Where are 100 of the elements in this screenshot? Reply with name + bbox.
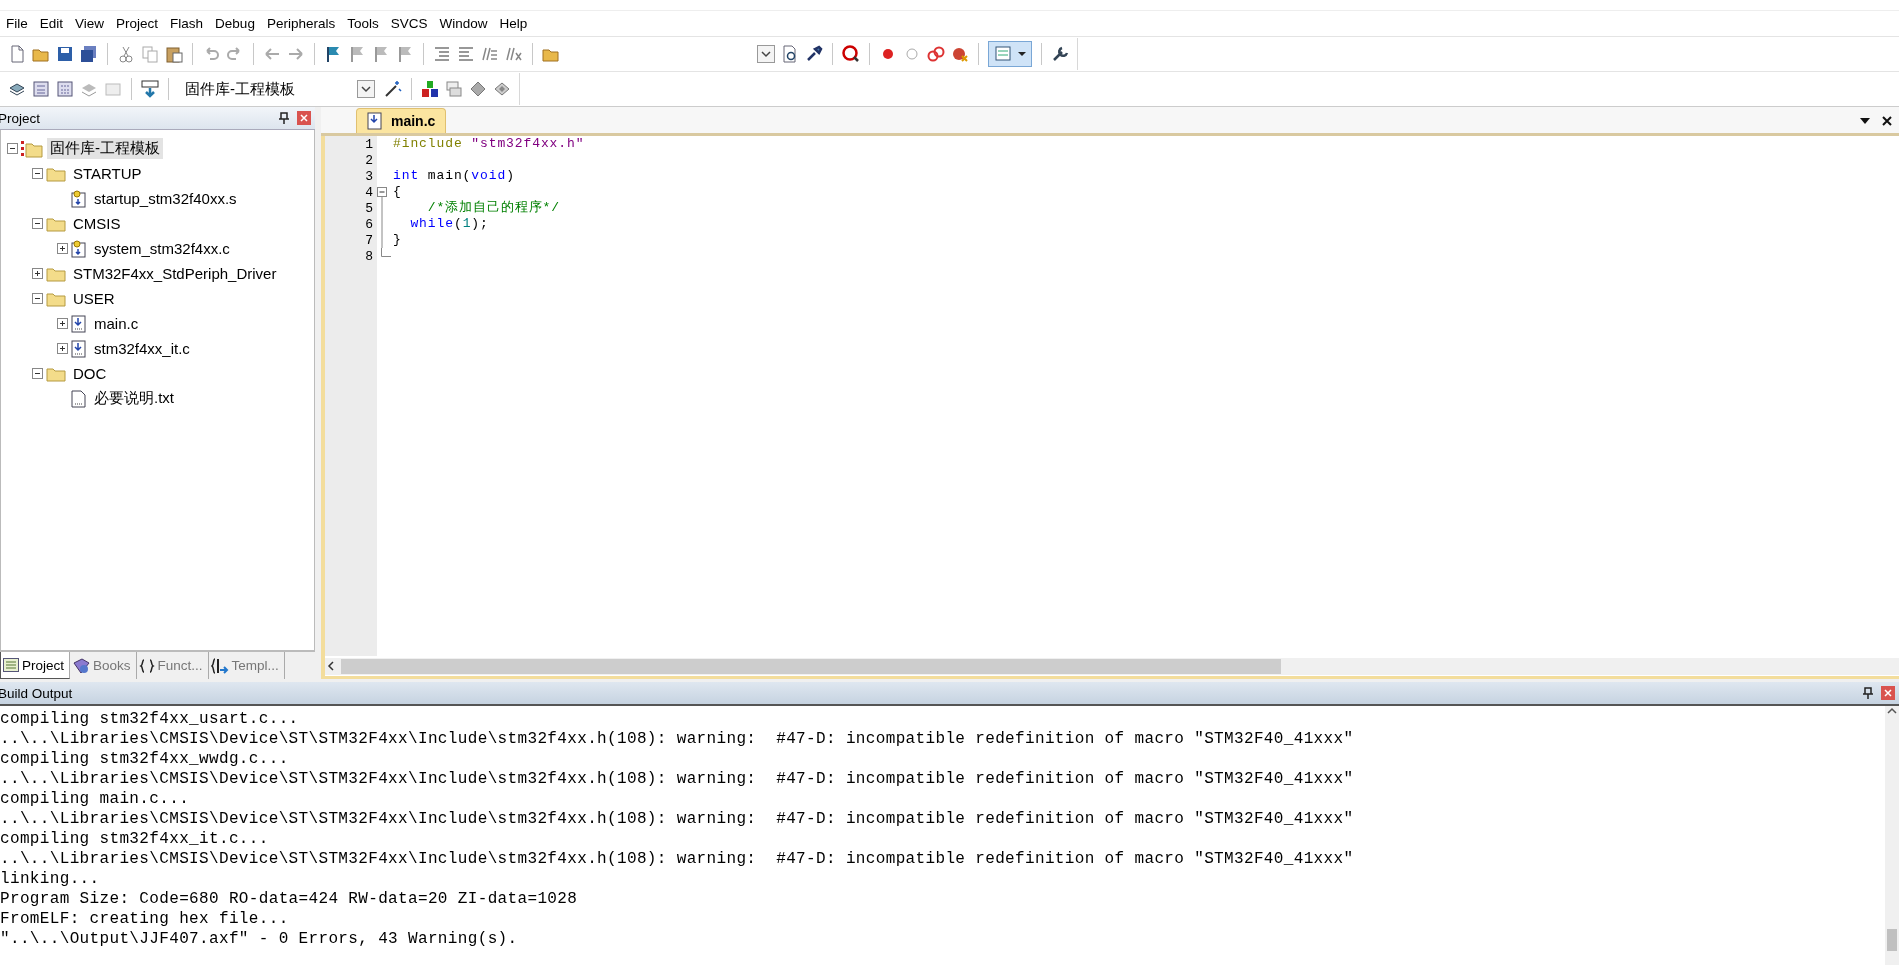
line-number: 4 [364,184,374,200]
menu-item[interactable]: Peripherals [262,16,344,31]
settings-icon[interactable] [1051,45,1069,63]
menu-item[interactable]: View [71,16,113,31]
load-icon[interactable] [141,80,159,98]
code-line: int main(void) [392,168,516,184]
menu-item[interactable]: Tools [343,16,387,31]
comment-icon[interactable] [481,45,499,63]
folder-icon [46,365,66,382]
linked-circles-icon[interactable] [927,45,945,63]
uncomment-icon[interactable] [505,45,523,63]
new-file-icon[interactable] [8,45,26,63]
panel-tab[interactable]: Templ... [208,652,285,679]
menu-item[interactable]: Project [112,16,167,31]
menu-item[interactable]: SVCS [386,16,436,31]
tree-item[interactable]: USER [70,289,118,308]
line-number: 1 [364,136,374,152]
folder-icon [46,215,66,232]
expand-icon[interactable] [57,343,68,354]
stacked-windows-icon[interactable] [445,80,463,98]
books-icon [72,656,91,675]
menu-item[interactable]: Flash [166,16,212,31]
collapse-icon[interactable] [32,368,43,379]
menu-item[interactable]: Help [495,16,536,31]
fold-icon[interactable] [377,184,388,200]
build-icon[interactable] [32,80,50,98]
menu-item[interactable]: Edit [35,16,72,31]
outdent-icon[interactable] [457,45,475,63]
scroll-left-icon[interactable] [325,660,337,672]
expand-icon[interactable] [57,243,68,254]
code-line: /*添加自己的程序*/ [426,200,561,216]
vertical-scrollbar[interactable] [1885,706,1899,965]
collapse-icon[interactable] [32,168,43,179]
pin-icon[interactable] [1863,687,1873,699]
tree-item[interactable]: STM32F4xx_StdPeriph_Driver [70,264,280,283]
output-line: ..\..\Libraries\CMSIS\Device\ST\STM32F4xx\Include\stm32f4xx.h(108): warning: #47-D: incompatible redefinition of macro "STM32F40_41xxx" [0,849,1355,869]
panel-tab[interactable]: Books [70,652,137,679]
scrollbar-thumb[interactable] [341,658,1281,674]
code-line: #include "stm32f4xx.h" [392,136,586,152]
editor-tab[interactable]: main.c [356,108,447,133]
tree-item[interactable]: STARTUP [70,164,145,183]
code-line: while(1); [409,216,490,232]
tree-item[interactable]: 必要说明.txt [91,388,177,409]
project-window-icon [3,658,19,672]
save-all-icon[interactable] [80,45,98,63]
indent-icon[interactable] [433,45,451,63]
line-number: 6 [364,216,374,232]
save-icon[interactable] [56,45,74,63]
components-icon[interactable] [421,80,439,98]
expand-icon[interactable] [57,318,68,329]
tree-item[interactable]: startup_stm32f40xx.s [91,189,240,208]
expand-icon[interactable] [32,268,43,279]
output-line: ..\..\Libraries\CMSIS\Device\ST\STM32F4xx\Include\stm32f4xx.h(108): warning: #47-D: incompatible redefinition of macro "STM32F40_41xxx" [0,729,1355,749]
scroll-up-icon[interactable] [1887,706,1897,716]
dropdown-caret-icon[interactable] [357,80,375,98]
collapse-icon[interactable] [7,143,18,154]
output-line: compiling main.c... [0,789,191,809]
scrollbar-thumb[interactable] [1887,929,1897,951]
paste-icon[interactable] [165,45,183,63]
tree-item[interactable]: 固件库-工程模板 [47,138,163,159]
find-icon[interactable] [781,45,799,63]
output-line: ..\..\Libraries\CMSIS\Device\ST\STM32F4xx\Include\stm32f4xx.h(108): warning: #47-D: incompatible redefinition of macro "STM32F40_41xxx" [0,769,1355,789]
tree-item[interactable]: main.c [91,314,142,333]
flag-icon[interactable] [324,45,342,63]
source-file-icon [71,239,87,258]
magic-wand-icon[interactable] [384,80,402,98]
rebuild-icon[interactable] [56,80,74,98]
tree-item[interactable]: DOC [70,364,110,383]
code-line: { [392,184,403,200]
panel-tab[interactable]: Project [0,652,71,679]
tree-item[interactable]: CMSIS [70,214,124,233]
menu-item[interactable]: File [2,16,36,31]
output-line: compiling stm32f4xx_it.c... [0,829,270,849]
output-line: "..\..\Output\JJF407.axf" - 0 Errors, 43 Warning(s). [0,929,519,949]
template-icon [210,656,229,675]
collapse-icon[interactable] [32,293,43,304]
tree-item[interactable]: stm32f4xx_it.c [91,339,193,358]
clear-breakpoints-icon[interactable] [951,45,969,63]
dropdown-caret-icon[interactable] [1859,116,1871,126]
source-file-icon [71,339,87,358]
menu-item[interactable]: Debug [211,16,263,31]
line-number: 7 [364,232,374,248]
line-number: 3 [364,168,374,184]
menu-item[interactable]: Window [435,16,496,31]
source-file-icon [367,112,383,130]
cut-icon[interactable] [117,45,135,63]
close-icon[interactable] [1881,115,1893,127]
output-line: FromELF: creating hex file... [0,909,290,929]
debug-icon[interactable] [842,45,860,63]
pin-icon[interactable] [279,112,289,124]
dropdown-caret-icon[interactable] [757,45,775,63]
tree-item[interactable]: system_stm32f4xx.c [91,239,233,258]
line-number: 2 [364,152,374,168]
collapse-icon[interactable] [32,218,43,229]
diamond-icon[interactable] [469,80,487,98]
panel-tab[interactable]: Funct... [136,652,209,679]
source-file-icon [71,314,87,333]
horizontal-scrollbar[interactable] [325,657,1899,675]
window-layout-icon[interactable] [988,41,1032,67]
folder-icon [46,265,66,282]
